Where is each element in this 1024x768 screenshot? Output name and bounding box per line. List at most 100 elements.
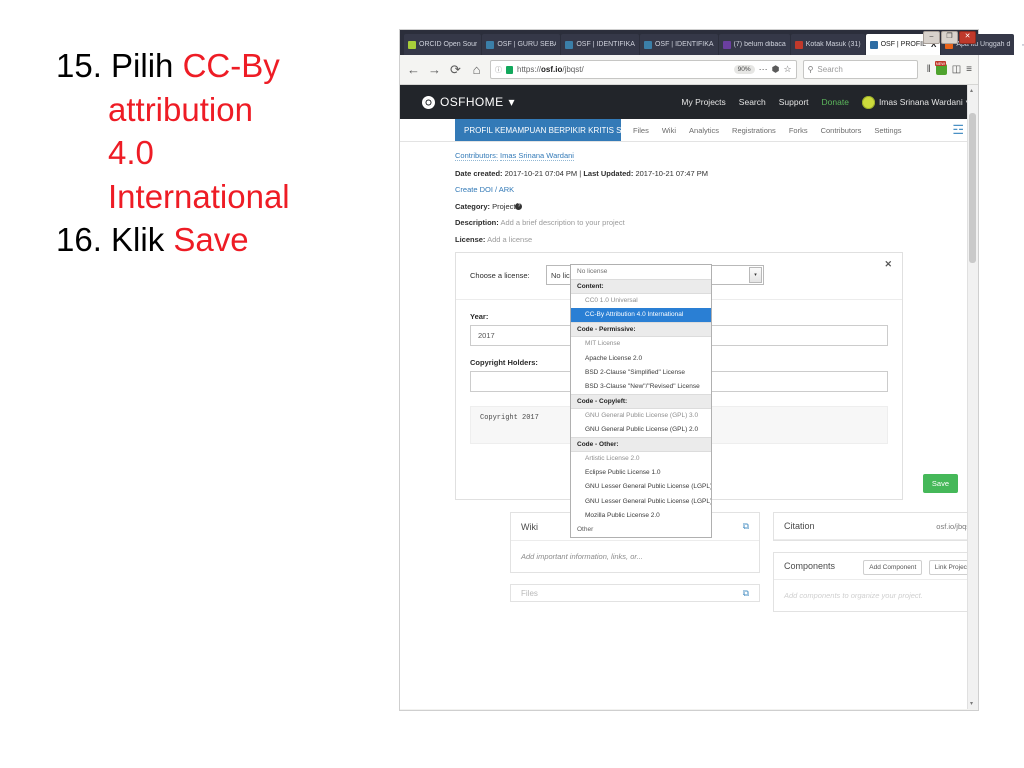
page-actions-icon[interactable]: ⋯: [759, 64, 768, 75]
license-row: License: Add a license: [455, 234, 960, 244]
external-link-icon[interactable]: ⧉: [743, 521, 749, 532]
category-help-icon[interactable]: ?: [515, 203, 523, 211]
address-bar[interactable]: ⓘ https://osf.io/jbqst/ 90% ⋯ ⬢ ☆: [490, 60, 797, 79]
tab-favicon-icon: [794, 40, 803, 49]
license-option[interactable]: Apache License 2.0: [571, 352, 711, 366]
project-overview-content: Contributors: Imas Srinana Wardani Date …: [400, 142, 978, 613]
project-tab-wiki[interactable]: Wiki: [662, 126, 676, 135]
minimize-button[interactable]: –: [923, 31, 940, 44]
browser-tab-label: OSF | IDENTIFIKA: [576, 41, 635, 48]
browser-tab-label: OSF | IDENTIFIKA: [654, 41, 714, 48]
back-icon[interactable]: ←: [406, 62, 421, 77]
window-controls: – ❐ ✕: [923, 31, 976, 44]
wiki-panel-title: Wiki: [521, 521, 538, 532]
files-external-icon[interactable]: ⧉: [743, 588, 749, 599]
browser-tab-label: ORCID Open Sour: [419, 41, 478, 48]
avatar: [861, 95, 875, 109]
browser-tab[interactable]: OSF | IDENTIFIKA: [561, 34, 639, 55]
forward-icon[interactable]: →: [427, 62, 442, 77]
license-option[interactable]: MIT License: [571, 337, 711, 351]
browser-tab-label: Kotak Masuk (31): [805, 41, 861, 48]
browser-tab[interactable]: OSF | IDENTIFIKA: [639, 34, 718, 55]
project-tab-forks[interactable]: Forks: [789, 126, 808, 135]
nav-link-my-projects[interactable]: My Projects: [681, 97, 725, 107]
library-icon[interactable]: ‖: [927, 64, 931, 75]
license-dropdown-list[interactable]: No license Content: CC0 1.0 Universal CC-By…: [570, 264, 712, 538]
license-option[interactable]: No license: [571, 265, 711, 279]
osf-brand-label: OSFHOME: [440, 95, 504, 109]
zoom-level-badge[interactable]: 90%: [733, 65, 755, 74]
osf-brand[interactable]: OSFHOME ▾: [422, 95, 515, 109]
chevron-down-icon[interactable]: ▾: [749, 267, 762, 284]
nav-link-donate[interactable]: Donate: [822, 97, 849, 107]
panel-column-right: Citation osf.io/jbqst ▾ Components Add C…: [773, 512, 978, 613]
browser-search-box[interactable]: ⚲ Search: [802, 60, 918, 79]
comments-icon[interactable]: ☲: [952, 122, 964, 138]
search-icon: ⚲: [807, 65, 814, 74]
extension-new-icon[interactable]: [934, 61, 947, 75]
osf-logo-icon: [422, 95, 435, 109]
instruction-item-15: 15. Pilih CC-By: [56, 44, 396, 88]
license-option[interactable]: GNU Lesser General Public License (LGPL)…: [571, 480, 711, 494]
browser-tab[interactable]: ORCID Open Sour: [404, 34, 482, 55]
instruction-item-16: 16. Klik Save: [56, 218, 396, 262]
user-name-label: Imas Srinana Wardani: [878, 97, 963, 107]
project-tab-settings[interactable]: Settings: [874, 126, 901, 135]
license-option[interactable]: Other: [571, 523, 711, 537]
menu-icon[interactable]: ≡: [966, 64, 972, 75]
bookmark-star-icon[interactable]: ☆: [783, 64, 791, 75]
license-option[interactable]: CC-By Attribution 4.0 International: [571, 308, 711, 323]
license-value[interactable]: Add a license: [487, 235, 532, 244]
license-label: License:: [455, 234, 486, 244]
add-component-button[interactable]: Add Component: [863, 560, 923, 576]
tab-favicon-icon: [486, 40, 495, 49]
project-tab-analytics[interactable]: Analytics: [689, 126, 719, 135]
shield-icon[interactable]: ⬢: [772, 64, 780, 75]
page-scrollbar[interactable]: ▴ ▾: [967, 85, 978, 709]
search-input[interactable]: Search: [817, 65, 842, 74]
browser-tab[interactable]: Kotak Masuk (31): [790, 34, 865, 55]
license-option[interactable]: Eclipse Public License 1.0: [571, 466, 711, 480]
project-title[interactable]: PROFIL KEMAMPUAN BERPIKIR KRITIS S...: [455, 119, 621, 141]
components-panel-body: Add components to organize your project.: [784, 591, 923, 601]
nav-link-search[interactable]: Search: [739, 97, 766, 107]
contributors-value[interactable]: Imas Srinana Wardani: [500, 152, 574, 161]
scrollbar-thumb[interactable]: [969, 113, 976, 263]
project-tab-files[interactable]: Files: [633, 126, 649, 135]
reload-icon[interactable]: ⟳: [448, 62, 463, 78]
project-tab-registrations[interactable]: Registrations: [732, 126, 776, 135]
slide-root: 15. Pilih CC-By attribution 4.0 Internat…: [0, 0, 1024, 768]
wiki-panel-body: Add important information, links, or...: [521, 552, 643, 562]
browser-nav-bar: ← → ⟳ ⌂ ⓘ https://osf.io/jbqst/ 90% ⋯ ⬢ …: [400, 55, 978, 85]
date-created-label: Date created:: [455, 168, 503, 178]
nav-link-support[interactable]: Support: [779, 97, 809, 107]
sidebar-icon[interactable]: ◫: [952, 64, 961, 75]
license-option[interactable]: BSD 2-Clause "Simplified" License: [571, 366, 711, 380]
user-menu[interactable]: Imas Srinana Wardani ▾: [861, 95, 970, 109]
license-option[interactable]: Artistic License 2.0: [571, 452, 711, 466]
license-option[interactable]: GNU Lesser General Public License (LGPL)…: [571, 495, 711, 509]
scroll-down-arrow[interactable]: ▾: [970, 700, 973, 707]
browser-tab[interactable]: OSF | GURU SEBA: [482, 34, 561, 55]
new-tab-button[interactable]: +: [1015, 35, 1024, 55]
license-option[interactable]: Mozilla Public License 2.0: [571, 509, 711, 523]
tab-favicon-icon: [565, 40, 574, 49]
license-option[interactable]: GNU General Public License (GPL) 2.0: [571, 423, 711, 437]
maximize-button[interactable]: ❐: [941, 31, 958, 44]
description-value[interactable]: Add a brief description to your project: [500, 218, 624, 227]
license-option[interactable]: BSD 3-Clause "New"/"Revised" License: [571, 380, 711, 394]
license-option[interactable]: GNU General Public License (GPL) 3.0: [571, 409, 711, 423]
close-window-button[interactable]: ✕: [959, 31, 976, 44]
url-text: https://osf.io/jbqst/: [517, 65, 584, 74]
browser-tab[interactable]: (7) belum dibaca: [718, 34, 790, 55]
scroll-up-arrow[interactable]: ▴: [970, 87, 973, 94]
date-separator: |: [579, 168, 582, 178]
license-option[interactable]: CC0 1.0 Universal: [571, 294, 711, 308]
save-button[interactable]: Save: [922, 474, 958, 494]
close-icon[interactable]: ✕: [884, 259, 892, 270]
home-icon[interactable]: ⌂: [469, 62, 484, 77]
citation-panel: Citation osf.io/jbqst ▾: [773, 512, 978, 542]
page-info-icon[interactable]: ⓘ: [495, 65, 502, 75]
project-tab-contributors[interactable]: Contributors: [821, 126, 862, 135]
create-doi-link[interactable]: Create DOI / ARK: [455, 185, 514, 194]
